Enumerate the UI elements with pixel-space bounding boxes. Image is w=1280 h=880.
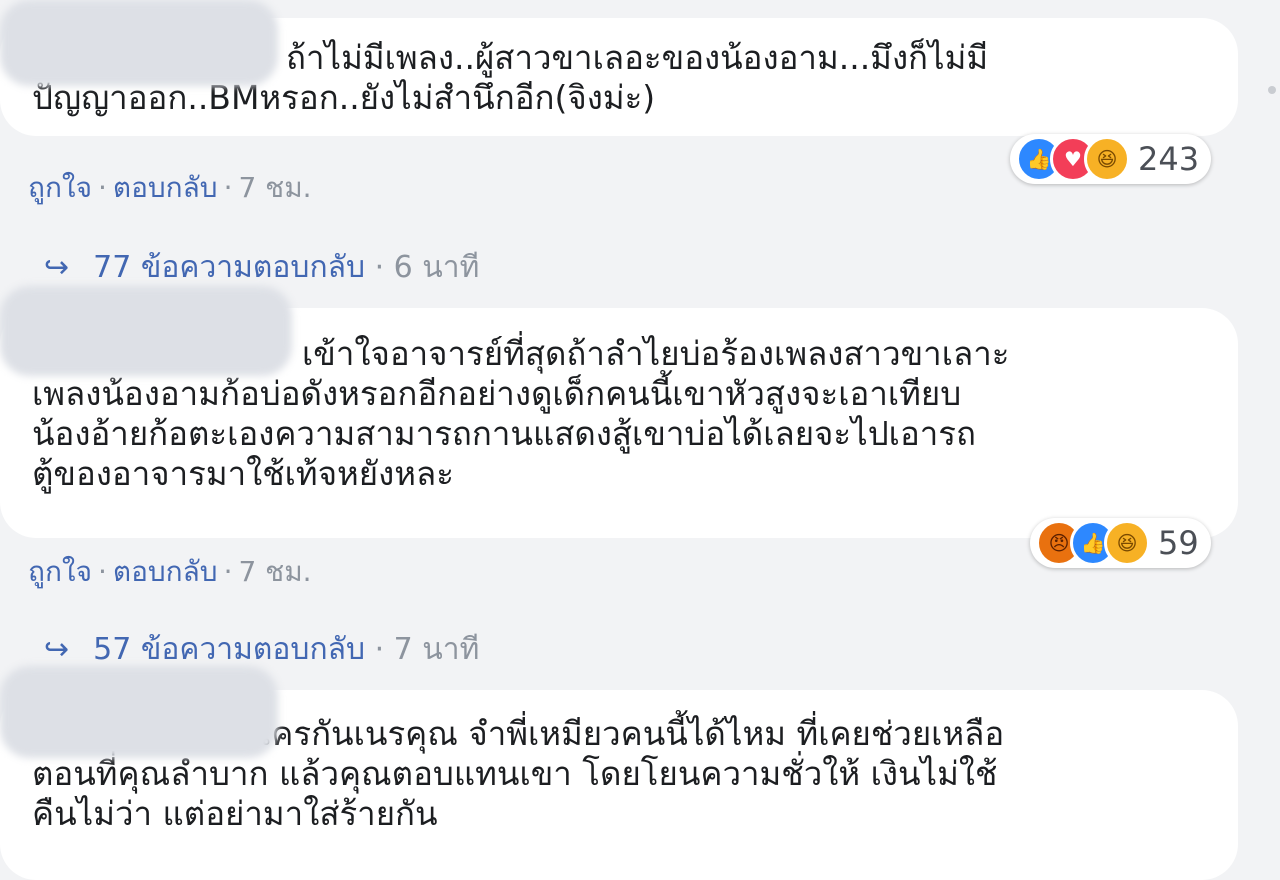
scroll-indicator: [1268, 86, 1276, 94]
reply-timestamp: 6 นาที: [393, 250, 480, 285]
comment-text-line: ตอนที่คุณลำบาก แล้วคุณตอบแทนเขา โดยโยนคว…: [32, 754, 998, 793]
separator-dot: ·: [97, 555, 107, 588]
reaction-summary[interactable]: 😠 👍 😆 59: [1030, 518, 1211, 568]
blurred-author-name: [0, 666, 278, 758]
blurred-author-name: [0, 0, 278, 86]
reply-count-label[interactable]: 57 ข้อความตอบกลับ: [93, 632, 365, 667]
reaction-count: 59: [1158, 524, 1199, 562]
haha-icon: 😆: [1104, 520, 1150, 566]
separator-dot: ·: [97, 171, 107, 204]
blurred-author-name: [0, 286, 292, 376]
haha-icon: 😆: [1084, 136, 1130, 182]
view-replies-link[interactable]: ↪ 77 ข้อความตอบกลับ · 6 นาที: [44, 244, 479, 291]
comment-text-line: ตู้ของอาจารมาใช้เท้จหยังหละ: [32, 454, 454, 493]
reply-count-label[interactable]: 77 ข้อความตอบกลับ: [93, 250, 365, 285]
comment-timestamp[interactable]: 7 ชม.: [238, 171, 311, 204]
comment-actions: ถูกใจ · ตอบกลับ · 7 ชม.: [28, 166, 312, 210]
comment-text-line: คืนไม่ว่า แต่อย่ามาใส่ร้ายกัน: [32, 794, 438, 833]
reply-timestamp: 7 นาที: [393, 632, 480, 667]
separator-dot: ·: [365, 632, 394, 667]
separator-dot: ·: [223, 171, 233, 204]
comment-text-line: น้องอ้ายก้อตะเองความสามารถกานแสดงสู้เขาบ…: [32, 414, 976, 453]
comment-timestamp[interactable]: 7 ชม.: [238, 555, 311, 588]
reaction-count: 243: [1138, 140, 1200, 178]
reply-arrow-icon: ↪: [44, 250, 70, 285]
separator-dot: ·: [365, 250, 394, 285]
separator-dot: ·: [223, 555, 233, 588]
like-link[interactable]: ถูกใจ: [28, 171, 92, 204]
reply-arrow-icon: ↪: [44, 632, 70, 667]
reaction-summary[interactable]: 👍 ♥ 😆 243: [1010, 134, 1212, 184]
reply-link[interactable]: ตอบกลับ: [113, 171, 218, 204]
reply-link[interactable]: ตอบกลับ: [113, 555, 218, 588]
comment-text-line: เพลงน้องอามก้อบ่อดังหรอกอีกอย่างดูเด็กคน…: [32, 374, 962, 413]
like-link[interactable]: ถูกใจ: [28, 555, 92, 588]
comment-actions: ถูกใจ · ตอบกลับ · 7 ชม.: [28, 550, 312, 594]
